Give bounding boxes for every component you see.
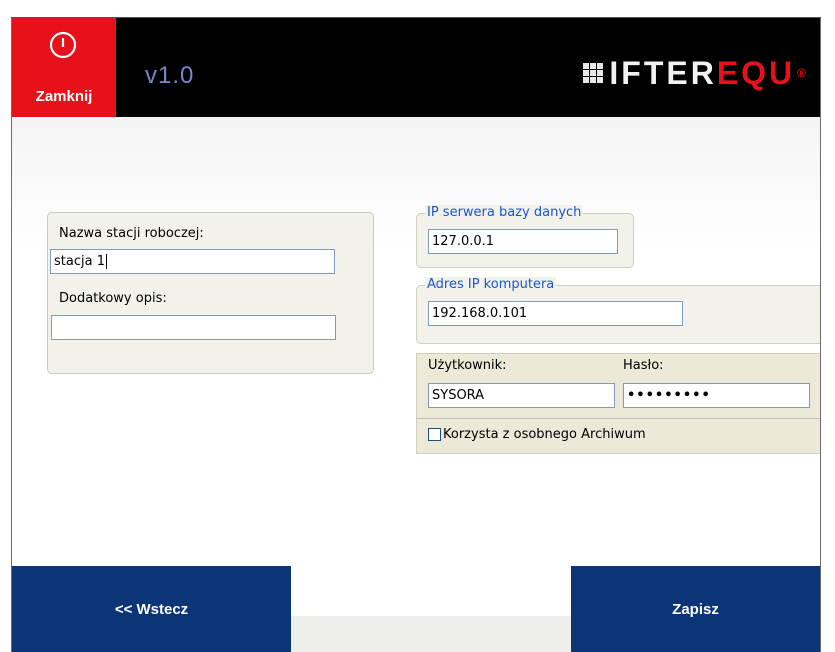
computer-ip-group: Adres IP komputera 192.168.0.101	[416, 277, 820, 344]
app-window: Zamknij v1.0 IFTER EQU ® Nazwa stacji ro…	[11, 17, 821, 652]
computer-ip-input[interactable]: 192.168.0.101	[428, 301, 683, 326]
station-panel: Nazwa stacji roboczej: stacja 1 Dodatkow…	[47, 212, 374, 374]
db-server-group: IP serwera bazy danych 127.0.0.1	[416, 205, 634, 268]
registered-mark: ®	[797, 66, 806, 80]
station-name-value: stacja 1	[54, 254, 105, 269]
archive-checkbox-label: Korzysta z osobnego Archiwum	[443, 427, 646, 442]
login-panel: Użytkownik: SYSORA Hasło: •••••••••	[416, 353, 820, 420]
logo-text-red: EQU	[716, 55, 796, 91]
bottom-strip	[291, 616, 571, 652]
description-input[interactable]	[51, 315, 336, 340]
password-label: Hasło:	[623, 358, 664, 373]
header-bar: Zamknij v1.0 IFTER EQU ®	[12, 18, 820, 117]
text-cursor	[105, 254, 107, 269]
version-label: v1.0	[145, 62, 195, 89]
ifterequ-logo: IFTER EQU ®	[583, 55, 806, 91]
archive-checkbox[interactable]	[428, 428, 441, 441]
station-name-input[interactable]: stacja 1	[50, 249, 335, 274]
logo-text-white: IFTER	[609, 55, 717, 91]
close-label: Zamknij	[35, 88, 93, 105]
username-input[interactable]: SYSORA	[428, 383, 615, 408]
logo-grid-icon	[583, 63, 604, 83]
password-input[interactable]: •••••••••	[623, 383, 810, 408]
db-server-ip-input[interactable]: 127.0.0.1	[428, 229, 618, 254]
description-label: Dodatkowy opis:	[59, 291, 167, 306]
save-button[interactable]: Zapisz	[571, 566, 820, 652]
archive-panel: Korzysta z osobnego Archiwum	[416, 418, 820, 454]
save-button-label: Zapisz	[672, 601, 719, 618]
username-label: Użytkownik:	[428, 358, 507, 373]
station-name-label: Nazwa stacji roboczej:	[59, 226, 204, 241]
close-button[interactable]: Zamknij	[12, 18, 116, 117]
main-content: Nazwa stacji roboczej: stacja 1 Dodatkow…	[12, 117, 820, 652]
db-server-legend: IP serwera bazy danych	[425, 205, 584, 220]
back-button[interactable]: << Wstecz	[12, 566, 291, 652]
back-button-label: << Wstecz	[114, 601, 189, 618]
power-icon	[49, 31, 77, 59]
computer-ip-legend: Adres IP komputera	[425, 277, 557, 292]
